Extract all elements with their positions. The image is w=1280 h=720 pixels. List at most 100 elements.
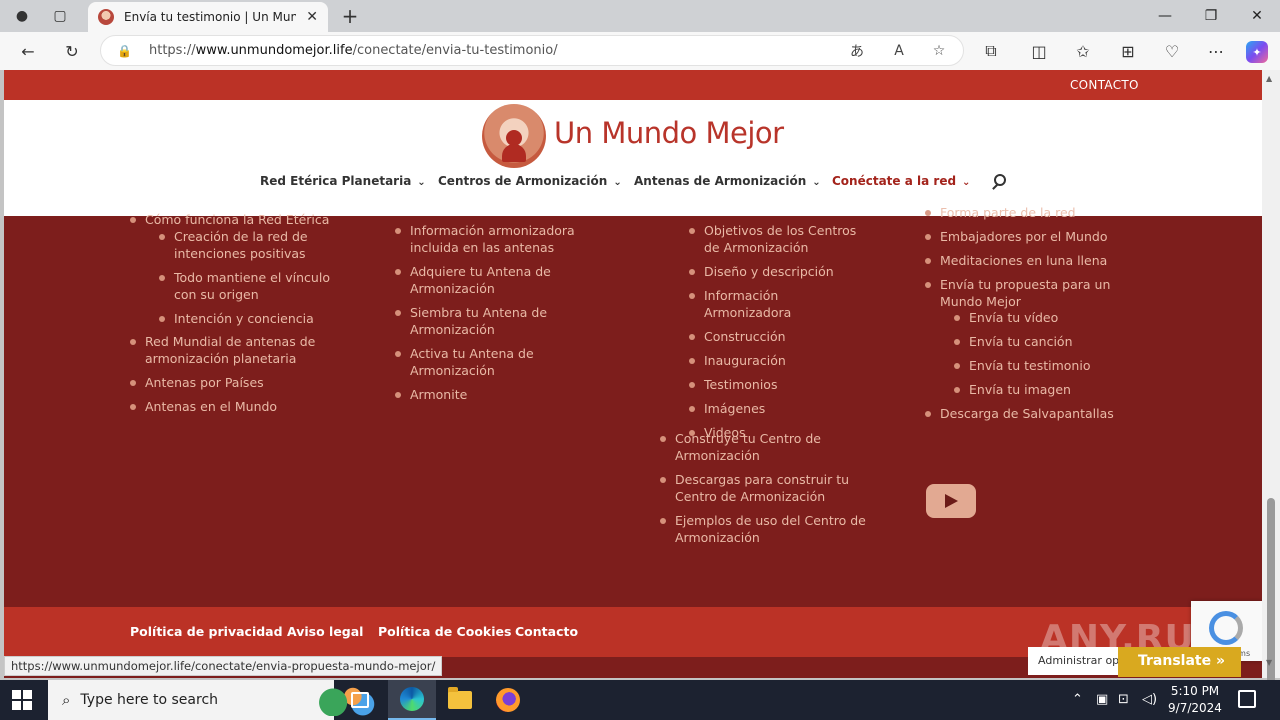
footer-link[interactable]: Meditaciones en luna llena <box>925 252 1115 269</box>
task-view-icon <box>351 692 369 708</box>
footer-col4-sublist: Envía tu vídeo Envía tu canción Envía tu… <box>954 309 1124 405</box>
footer-link[interactable]: Envía tu propuesta para un Mundo Mejor <box>925 276 1115 310</box>
taskbar-clock[interactable]: 5:10 PM 9/7/2024 <box>1162 683 1228 717</box>
clock-date: 9/7/2024 <box>1168 701 1222 715</box>
cookies-policy-link[interactable]: Política de Cookies <box>378 624 511 639</box>
footer-link[interactable]: Intención y conciencia <box>159 310 349 327</box>
tab-close-icon[interactable]: ✕ <box>306 9 318 25</box>
footer-link[interactable]: Adquiere tu Antena de Armonización <box>395 263 585 297</box>
scroll-down-icon[interactable]: ▼ <box>1266 658 1272 667</box>
tab-title: Envía tu testimonio | Un Mundo Mejor <box>124 10 296 24</box>
volume-icon[interactable]: ◁) <box>1142 692 1157 707</box>
footer-col3-list: Construye tu Centro de Armonización Desc… <box>660 430 870 553</box>
performance-icon[interactable]: ♡ <box>1158 37 1186 65</box>
tabs-icon[interactable]: ▢ <box>48 4 72 28</box>
edge-icon <box>400 687 424 711</box>
translate-page-icon[interactable]: あ <box>847 41 867 61</box>
minimize-button[interactable]: — <box>1142 0 1188 32</box>
footer-link[interactable]: Descarga de Salvapantallas <box>925 405 1115 422</box>
footer-link[interactable]: Antenas en el Mundo <box>130 398 320 415</box>
footer-link[interactable]: Activa tu Antena de Armonización <box>395 345 585 379</box>
footer-link[interactable]: Ejemplos de uso del Centro de Armonizaci… <box>660 512 870 546</box>
footer-link[interactable]: Antenas por Países <box>130 374 320 391</box>
address-url: https://www.unmundomejor.life/conectate/… <box>149 43 558 58</box>
footer-link[interactable]: Red Mundial de antenas de armonización p… <box>130 333 320 367</box>
taskbar-edge[interactable] <box>388 680 436 720</box>
chevron-down-icon: ⌄ <box>613 177 622 188</box>
footer-link[interactable]: Envía tu imagen <box>954 381 1124 398</box>
youtube-icon[interactable] <box>926 484 976 518</box>
menu-conectate[interactable]: Conéctate a la red ⌄ <box>832 174 970 188</box>
collections-icon[interactable]: ⊞ <box>1114 37 1142 65</box>
footer-link[interactable]: Testimonios <box>689 376 869 393</box>
back-icon[interactable]: ← <box>14 37 42 65</box>
split-screen-icon[interactable]: ◫ <box>1025 37 1053 65</box>
refresh-icon[interactable]: ↻ <box>58 37 86 65</box>
footer-col1-list: Red Mundial de antenas de armonización p… <box>130 333 320 422</box>
footer-link[interactable]: Armonite <box>395 386 585 403</box>
footer-link[interactable]: Construcción <box>689 328 869 345</box>
footer-link[interactable]: Creación de la red de intenciones positi… <box>159 228 349 262</box>
network-icon[interactable]: ⊡ <box>1118 692 1129 707</box>
footer-col1-sublist: Creación de la red de intenciones positi… <box>159 228 349 334</box>
search-icon[interactable] <box>990 172 1010 192</box>
close-window-button[interactable]: ✕ <box>1234 0 1280 32</box>
lock-icon[interactable]: 🔒 <box>117 44 132 58</box>
footer-link[interactable]: Envía tu testimonio <box>954 357 1124 374</box>
profile-icon[interactable]: ● <box>10 4 34 28</box>
page-scrollbar[interactable]: ▲ ▼ <box>1262 70 1280 720</box>
device-icon[interactable]: ▣ <box>1096 692 1108 707</box>
contact-link[interactable]: Contacto <box>515 624 578 639</box>
task-view-button[interactable] <box>336 680 384 720</box>
footer-link[interactable]: Siembra tu Antena de Armonización <box>395 304 585 338</box>
footer-link[interactable]: Imágenes <box>689 400 869 417</box>
favorites-icon[interactable]: ✩ <box>1069 37 1097 65</box>
footer-link[interactable]: Construye tu Centro de Armonización <box>660 430 870 464</box>
taskbar-search[interactable]: ⌕ Type here to search <box>48 680 376 720</box>
scroll-up-icon[interactable]: ▲ <box>1266 74 1272 83</box>
translate-button[interactable]: Translate » <box>1118 647 1241 677</box>
footer-link-clipped[interactable]: Cómo funciona la Red Etérica <box>130 211 329 228</box>
logo-icon[interactable] <box>482 104 546 168</box>
notification-icon[interactable] <box>1238 690 1256 708</box>
footer-link[interactable]: Diseño y descripción <box>689 263 869 280</box>
cookie-admin-button[interactable]: Administrar opciones <box>1028 647 1124 675</box>
restore-button[interactable]: ❐ <box>1188 0 1234 32</box>
chevron-up-icon[interactable]: ⌃ <box>1072 692 1083 707</box>
browser-tab[interactable]: Envía tu testimonio | Un Mundo Mejor ✕ <box>88 2 328 32</box>
new-tab-button[interactable]: + <box>338 4 362 28</box>
extensions-icon[interactable]: ⧉ <box>977 37 1005 65</box>
footer-link[interactable]: Información Armonizadora <box>689 287 869 321</box>
chevron-down-icon: ⌄ <box>812 177 821 188</box>
footer-link[interactable]: Embajadores por el Mundo <box>925 228 1115 245</box>
footer-link[interactable]: Envía tu canción <box>954 333 1124 350</box>
footer-col4-list-b: Descarga de Salvapantallas <box>925 405 1115 429</box>
footer-link[interactable]: Objetivos de los Centros de Armonización <box>689 222 869 256</box>
menu-antenas[interactable]: Antenas de Armonización ⌄ <box>634 174 821 188</box>
menu-centros[interactable]: Centros de Armonización ⌄ <box>438 174 622 188</box>
logo-text[interactable]: Un Mundo Mejor <box>554 116 784 150</box>
clock-time: 5:10 PM <box>1170 684 1220 698</box>
read-aloud-icon[interactable]: A <box>889 41 909 61</box>
favorite-icon[interactable]: ☆ <box>929 41 949 61</box>
copilot-icon[interactable]: ✦ <box>1246 41 1268 63</box>
chevron-down-icon: ⌄ <box>962 177 971 188</box>
firefox-icon <box>496 688 520 712</box>
footer-link[interactable]: Todo mantiene el vínculo con su origen <box>159 269 349 303</box>
footer-link[interactable]: Envía tu vídeo <box>954 309 1124 326</box>
privacy-policy-link[interactable]: Política de privacidad <box>130 624 283 639</box>
more-icon[interactable]: ⋯ <box>1202 37 1230 65</box>
browser-nav-bar: ← ↻ 🔒 https://www.unmundomejor.life/cone… <box>0 32 1280 70</box>
footer-link[interactable]: Descargas para construir tu Centro de Ar… <box>660 471 870 505</box>
footer-link[interactable]: Información armonizadora incluida en las… <box>395 222 585 256</box>
taskbar-firefox[interactable] <box>484 680 532 720</box>
address-bar[interactable]: 🔒 https://www.unmundomejor.life/conectat… <box>100 35 964 66</box>
status-bar-url: https://www.unmundomejor.life/conectate/… <box>4 656 443 676</box>
taskbar-file-explorer[interactable] <box>436 680 484 720</box>
footer-link[interactable]: Inauguración <box>689 352 869 369</box>
legal-notice-link[interactable]: Aviso legal <box>287 624 363 639</box>
menu-red-eterica[interactable]: Red Etérica Planetaria ⌄ <box>260 174 426 188</box>
windows-start-icon[interactable] <box>12 690 32 710</box>
footer-link-clipped[interactable]: Forma parte de la red <box>925 204 1076 221</box>
topbar-contact-link[interactable]: CONTACTO <box>1070 78 1139 92</box>
